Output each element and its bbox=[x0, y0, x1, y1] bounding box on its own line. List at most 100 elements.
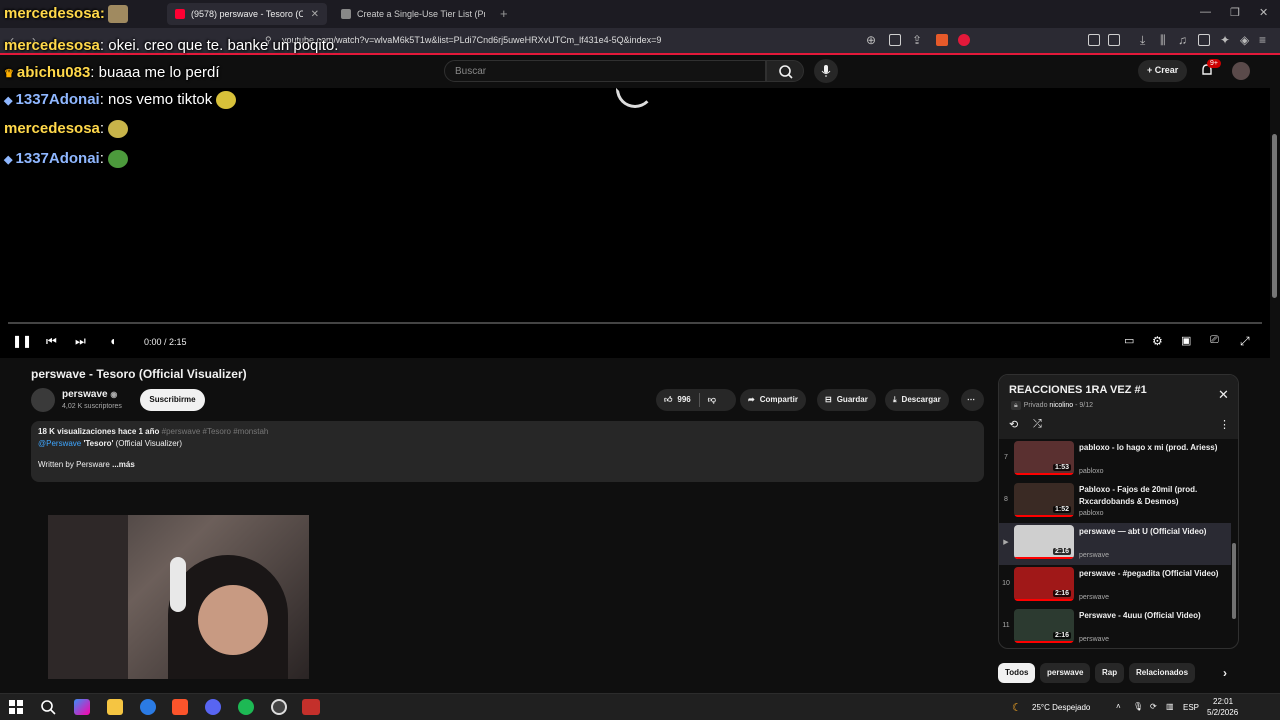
share-button[interactable]: ➦ Compartir bbox=[740, 389, 806, 411]
window-close-icon[interactable]: ✕ bbox=[1259, 6, 1268, 19]
create-button[interactable]: + Crear bbox=[1138, 60, 1188, 82]
subscribe-button[interactable]: Suscribirme bbox=[140, 389, 205, 411]
download-icon: ⤓ bbox=[893, 395, 897, 404]
mention-link[interactable]: @Perswave bbox=[38, 439, 81, 448]
playlist-item[interactable]: 8 1:52 Pabloxo - Fajos de 20mil (prod. R… bbox=[999, 481, 1231, 523]
tab-label: Create a Single-Use Tier List (Private bbox=[357, 9, 485, 19]
description-box[interactable]: 18 K visualizaciones hace 1 año #perswav… bbox=[31, 421, 984, 482]
previous-icon[interactable]: ⏮ bbox=[46, 334, 57, 349]
chevron-right-icon[interactable]: › bbox=[1216, 663, 1234, 683]
network-icon[interactable]: ▥ bbox=[1166, 702, 1174, 711]
copilot-icon[interactable] bbox=[74, 699, 90, 715]
discord-icon[interactable] bbox=[205, 699, 221, 715]
shuffle-icon[interactable]: ⤮ bbox=[1033, 418, 1042, 431]
video-player[interactable]: ❚❚ ⏮ ⏭ ◖ 0:00 / 2:15 ▭ ⚙ ▣ ⎚ ⤢ bbox=[0, 88, 1270, 358]
volume-icon[interactable]: ◖ bbox=[109, 334, 116, 348]
search-input[interactable]: Buscar bbox=[444, 60, 766, 82]
tab-tierlist[interactable]: Create a Single-Use Tier List (Private bbox=[333, 3, 493, 25]
like-icon[interactable]: 👍︎ bbox=[664, 389, 672, 411]
weather-text[interactable]: 25°C Despejado bbox=[1032, 703, 1090, 712]
tab-youtube[interactable]: (9578) perswave - Tesoro (Officia ✕ bbox=[167, 3, 327, 25]
download-icon[interactable]: ⤓ bbox=[1140, 33, 1145, 48]
brave-shield-icon[interactable] bbox=[936, 34, 948, 46]
rewards-icon[interactable] bbox=[958, 34, 970, 46]
search-icon bbox=[779, 65, 793, 79]
next-icon[interactable]: ⏭ bbox=[75, 334, 86, 349]
playlist-owner[interactable]: nicolino bbox=[1049, 402, 1073, 409]
leo-icon[interactable]: ✦ bbox=[1220, 33, 1230, 47]
playlist-item[interactable]: 7 1:53 pabloxo - lo hago x mi (prod. Ari… bbox=[999, 439, 1231, 481]
menu-icon[interactable]: ≡ bbox=[1259, 33, 1266, 47]
hashtags[interactable]: #perswave #Tesoro #monstah bbox=[162, 427, 269, 436]
channel-avatar[interactable] bbox=[31, 388, 55, 412]
more-actions-button[interactable]: ⋯ bbox=[961, 389, 984, 411]
save-button[interactable]: ⊟ Guardar bbox=[817, 389, 876, 411]
app-icon[interactable] bbox=[302, 699, 320, 715]
vpn-icon[interactable]: ◈ bbox=[1240, 33, 1249, 47]
search-icon[interactable] bbox=[40, 699, 56, 715]
playlist-item-current[interactable]: ▶ 2:16 perswave — abt U (Official Video)… bbox=[999, 523, 1231, 565]
fullscreen-icon[interactable]: ⤢ bbox=[1240, 334, 1250, 349]
pepe-emote-icon bbox=[107, 150, 128, 169]
pause-icon[interactable]: ❚❚ bbox=[12, 334, 32, 348]
page-scrollbar[interactable] bbox=[1272, 134, 1277, 298]
progress-bar[interactable] bbox=[8, 322, 1262, 324]
playlist-item[interactable]: 11 2:16 Perswave - 4uuu (Official Video)… bbox=[999, 607, 1231, 648]
channel-name-text: perswave bbox=[62, 389, 108, 400]
cast-icon[interactable]: ⎚ bbox=[1210, 334, 1219, 347]
save-label: Guardar bbox=[836, 395, 868, 404]
new-tab-icon[interactable]: + bbox=[500, 6, 508, 21]
playlist-scrollbar[interactable] bbox=[1232, 543, 1236, 619]
download-button[interactable]: ⤓ Descargar bbox=[885, 389, 949, 411]
voice-search-button[interactable] bbox=[814, 59, 838, 83]
video-title: perswave - Tesoro (Official Visualizer) bbox=[31, 367, 247, 381]
badge-icon: ◆ bbox=[4, 154, 16, 166]
music-icon[interactable]: ♫ bbox=[1178, 33, 1187, 47]
file-explorer-icon[interactable] bbox=[107, 699, 123, 715]
wallet-icon[interactable] bbox=[1198, 34, 1210, 46]
chip-relacionados[interactable]: Relacionados bbox=[1129, 663, 1196, 683]
library-icon[interactable]: ⫼ bbox=[1160, 33, 1166, 48]
channel-name[interactable]: perswave ◉ bbox=[62, 389, 117, 400]
obs-icon[interactable] bbox=[271, 699, 287, 715]
account-avatar[interactable] bbox=[1232, 62, 1250, 80]
dislike-icon[interactable]: 👎︎ bbox=[708, 389, 716, 411]
minimize-icon[interactable]: — bbox=[1200, 6, 1211, 18]
sync-icon[interactable]: ⟳ bbox=[1150, 702, 1157, 711]
spotify-icon[interactable] bbox=[238, 699, 254, 715]
desc-line: @Perswave 'Tesoro' (Official Visualizer) bbox=[38, 439, 977, 448]
clock-time[interactable]: 22:01 bbox=[1213, 697, 1233, 706]
theater-mode-icon[interactable]: ▣ bbox=[1181, 334, 1191, 347]
download-label: Descargar bbox=[901, 395, 941, 404]
clothes-rack bbox=[48, 515, 128, 679]
close-playlist-icon[interactable]: ✕ bbox=[1218, 387, 1229, 403]
language-indicator[interactable]: ESP bbox=[1183, 703, 1199, 712]
playlist-title[interactable]: REACCIONES 1RA VEZ #1 bbox=[1009, 384, 1147, 396]
chip-todos[interactable]: Todos bbox=[998, 663, 1036, 683]
search-button[interactable] bbox=[766, 60, 804, 82]
zoom-icon[interactable]: ⊕ bbox=[866, 33, 876, 47]
like-count[interactable]: 996 bbox=[677, 389, 690, 411]
brave-icon[interactable] bbox=[172, 699, 188, 715]
clock-date[interactable]: 5/2/2026 bbox=[1207, 708, 1238, 717]
mic-tray-icon[interactable]: 🎙︎ bbox=[1133, 702, 1143, 711]
chip-rap[interactable]: Rap bbox=[1095, 663, 1125, 683]
loading-spinner-icon bbox=[616, 88, 654, 108]
share-icon[interactable]: ⇪ bbox=[912, 33, 922, 47]
tray-chevron-icon[interactable]: ˄ bbox=[1116, 702, 1121, 711]
url-field[interactable]: youtube.com/watch?v=wlvaM6k5T1w&list=PLd… bbox=[282, 35, 661, 45]
close-tab-icon[interactable]: ✕ bbox=[311, 9, 319, 20]
extensions-icon[interactable] bbox=[1088, 34, 1100, 46]
settings-gear-icon[interactable]: ⚙ bbox=[1152, 334, 1163, 348]
loop-icon[interactable]: ⟲ bbox=[1009, 418, 1018, 431]
maximize-icon[interactable]: ❐ bbox=[1230, 6, 1240, 19]
windows-start-icon[interactable] bbox=[8, 699, 24, 715]
subtitles-icon[interactable]: ▭ bbox=[1124, 334, 1134, 347]
show-more-link[interactable]: ...más bbox=[112, 460, 135, 469]
screenshot-icon[interactable] bbox=[889, 34, 901, 46]
playlist-menu-icon[interactable]: ⋮ bbox=[1219, 418, 1230, 431]
playlist-item[interactable]: 10 2:16 perswave - #pegadita (Official V… bbox=[999, 565, 1231, 607]
sidebar-icon[interactable] bbox=[1108, 34, 1120, 46]
chip-perswave[interactable]: perswave bbox=[1040, 663, 1091, 683]
edge-icon[interactable] bbox=[140, 699, 156, 715]
